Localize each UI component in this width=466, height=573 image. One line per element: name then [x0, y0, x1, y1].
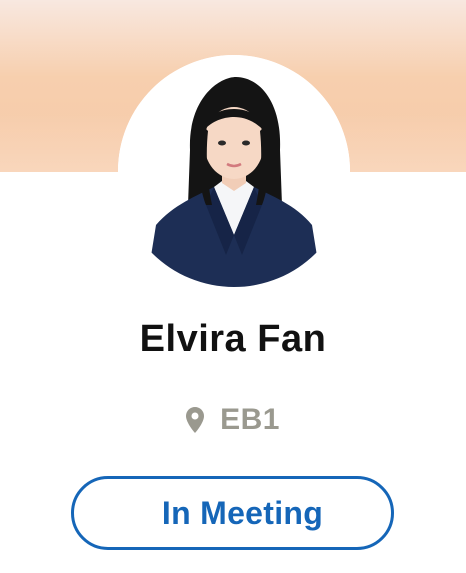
map-pin-icon — [186, 407, 205, 433]
status-label: In Meeting — [161, 494, 324, 531]
location-row: EB1 — [0, 403, 466, 437]
status-button[interactable]: In Meeting — [71, 476, 394, 550]
location-label: EB1 — [220, 403, 280, 436]
profile-card: Elvira Fan EB1 In Meeting — [0, 0, 466, 573]
avatar — [118, 55, 350, 287]
avatar-photo — [118, 55, 350, 287]
profile-name: Elvira Fan — [139, 318, 327, 360]
